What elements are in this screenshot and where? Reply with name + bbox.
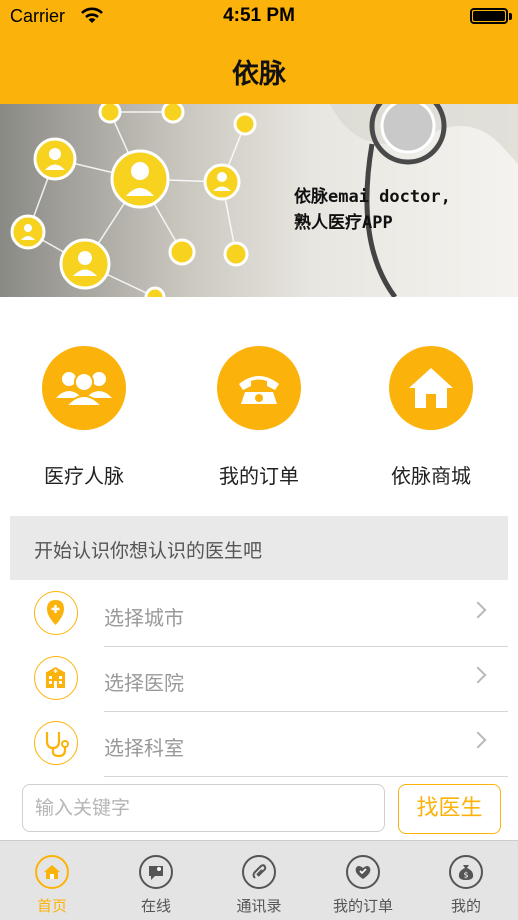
chevron-right-icon <box>469 731 487 749</box>
chat-tab-icon <box>139 855 173 889</box>
select-city-row[interactable]: 选择城市 <box>0 582 518 646</box>
select-department-row[interactable]: 选择科室 <box>0 712 518 776</box>
battery-tip <box>509 13 512 20</box>
phone-icon <box>217 346 301 430</box>
location-pin-icon <box>34 591 78 635</box>
battery-icon <box>470 8 508 24</box>
chevron-right-icon <box>469 666 487 684</box>
tab-home[interactable]: 首页 <box>0 841 104 920</box>
quick-entry-mall[interactable]: 依脉商城 <box>361 346 501 489</box>
section-title: 开始认识你想认识的医生吧 <box>34 540 263 562</box>
svg-text:$: $ <box>463 871 468 880</box>
stethoscope-icon <box>34 721 78 765</box>
tab-label: 首页 <box>36 897 67 915</box>
banner-line-2: 熟人医疗APP <box>294 213 393 233</box>
banner-text: 依脉emai doctor, 熟人医疗APP <box>294 184 451 236</box>
quick-entry-label: 我的订单 <box>219 464 299 488</box>
profile-tab-icon: $ <box>449 855 483 889</box>
home-icon <box>389 346 473 430</box>
tab-label: 通讯录 <box>236 897 282 915</box>
tab-contacts[interactable]: 通讯录 <box>207 841 311 920</box>
page-title: 依脉 <box>232 59 286 90</box>
home-tab-icon <box>35 855 69 889</box>
quick-entry-contacts[interactable]: 医疗人脉 <box>14 346 154 489</box>
status-time: 4:51 PM <box>223 5 295 26</box>
keyword-search-input[interactable] <box>22 784 385 832</box>
divider <box>104 776 508 777</box>
quick-entry-label: 依脉商城 <box>391 464 471 488</box>
banner[interactable]: 依脉emai doctor, 熟人医疗APP <box>0 104 518 297</box>
tab-orders[interactable]: 我的订单 <box>311 841 415 920</box>
tab-profile[interactable]: $ 我的 <box>414 841 518 920</box>
select-hospital-label: 选择医院 <box>104 671 184 695</box>
tab-label: 我的订单 <box>332 897 393 915</box>
header: Carrier 4:51 PM 依脉 <box>0 0 518 104</box>
status-bar: Carrier 4:51 PM <box>0 0 518 34</box>
chevron-right-icon <box>469 601 487 619</box>
hospital-icon <box>34 656 78 700</box>
find-doctor-button[interactable]: 找医生 <box>398 784 501 834</box>
tab-online[interactable]: 在线 <box>104 841 208 920</box>
people-icon <box>42 346 126 430</box>
select-hospital-row[interactable]: 选择医院 <box>0 647 518 711</box>
contacts-tab-icon <box>242 855 276 889</box>
tab-label: 我的 <box>450 897 481 915</box>
quick-entry-label: 医疗人脉 <box>44 464 124 488</box>
select-city-label: 选择城市 <box>104 606 184 630</box>
banner-line-1: 依脉emai doctor, <box>294 187 451 207</box>
quick-entry-orders[interactable]: 我的订单 <box>189 346 329 489</box>
select-department-label: 选择科室 <box>104 736 184 760</box>
tab-label: 在线 <box>140 897 171 915</box>
section-header: 开始认识你想认识的医生吧 <box>10 516 508 580</box>
tab-bar: 首页 在线 通讯录 我的订单 $ 我的 <box>0 840 518 920</box>
orders-tab-icon <box>346 855 380 889</box>
